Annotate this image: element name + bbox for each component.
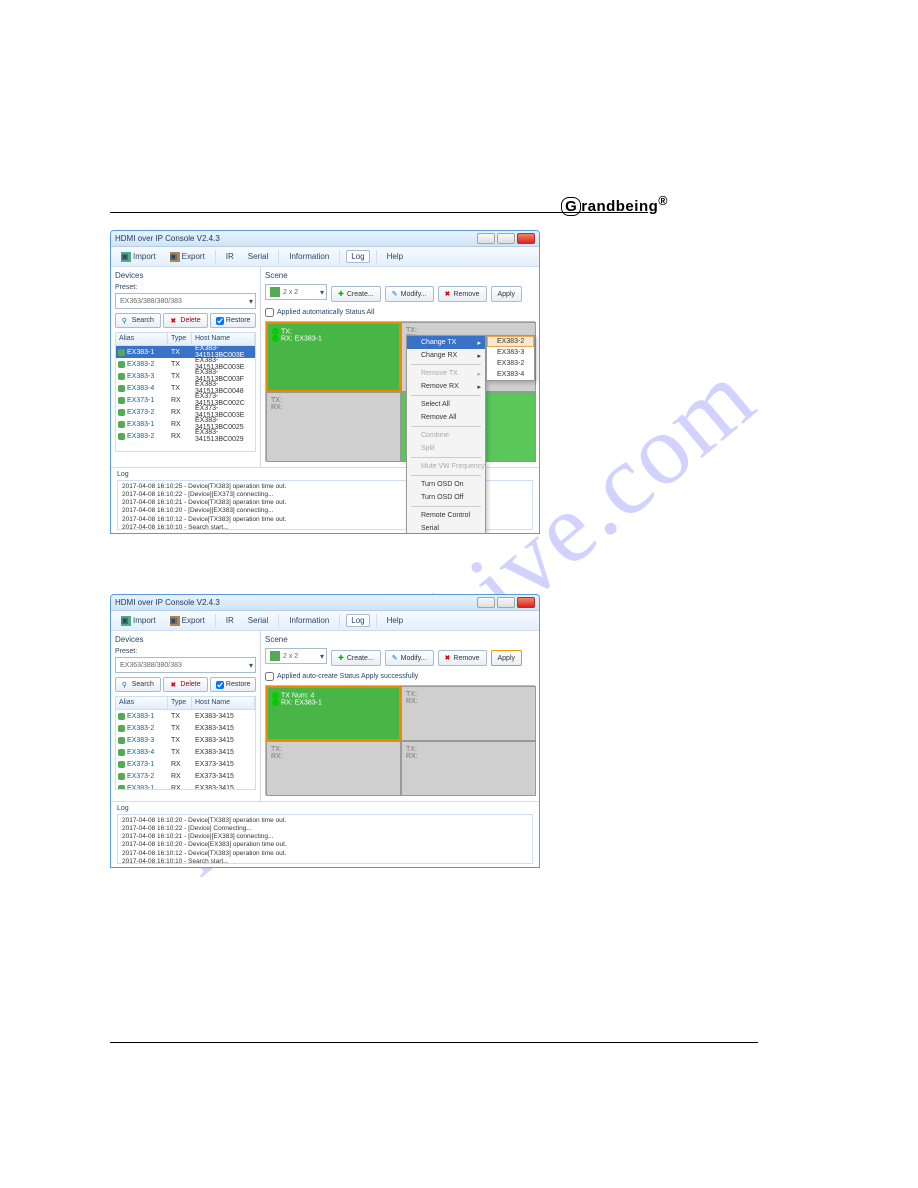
delete-button[interactable]: ✖Delete [163,677,209,692]
log-box[interactable]: 2017-04-08 16:10:20 - Device[TX383] oper… [117,814,533,864]
app-window-1: HDMI over IP Console V2.4.3 ▣Import ▣Exp… [110,230,540,534]
divider-top [110,212,648,213]
cell-1[interactable]: TX Num: 4 RX: EX383-1 [266,686,401,741]
devices-pane: Devices Preset: EX363/388/380/383 ⚲Searc… [111,267,261,467]
scene-label: Scene [265,635,535,644]
remove-button[interactable]: ✖Remove [438,650,487,666]
title-bar: HDMI over IP Console V2.4.3 [111,231,539,247]
maximize-button[interactable] [497,233,515,244]
scene-pane: Scene 2 x 2 ✚Create... ✎Modify... ✖Remov… [261,631,539,801]
device-list-header: AliasTypeHost Name [115,332,256,346]
window-title: HDMI over IP Console V2.4.3 [115,234,477,243]
remove-button[interactable]: ✖Remove [438,286,487,302]
menu-select-all[interactable]: Select All [407,398,485,411]
submenu-tx[interactable]: EX383-2 EX383-3 EX383-2 EX383-4 [486,335,535,381]
export-button[interactable]: ▣Export [166,251,209,263]
preset-label: Preset: [115,648,256,655]
menu-osd-on[interactable]: Turn OSD On [407,478,485,491]
menu-osd-off[interactable]: Turn OSD Off [407,491,485,504]
info-button[interactable]: Information [285,615,333,626]
modify-button[interactable]: ✎Modify... [385,286,434,302]
divider-bottom [110,1042,758,1043]
menu-change-tx[interactable]: Change TX▸ [407,336,485,349]
cell-3[interactable]: TX:RX: [266,741,401,796]
apply-button[interactable]: Apply [491,286,523,302]
modify-button[interactable]: ✎Modify... [385,650,434,666]
info-button[interactable]: Information [285,251,333,262]
export-button[interactable]: ▣Export [166,615,209,627]
help-button[interactable]: Help [383,251,407,262]
menu-serial[interactable]: Serial [407,522,485,534]
menu-combine: Combine [407,429,485,442]
window-title: HDMI over IP Console V2.4.3 [115,598,477,607]
menu-remote[interactable]: Remote Control [407,509,485,522]
toolbar: ▣Import ▣Export IR Serial Information Lo… [111,611,539,631]
log-button[interactable]: Log [346,614,369,627]
scene-pane: Scene 2 x 2 ✚Create... ✎Modify... ✖Remov… [261,267,539,467]
cell-3[interactable]: TX:RX: [266,392,401,462]
import-button[interactable]: ▣Import [117,615,160,627]
menu-split: Split [407,442,485,455]
close-button[interactable] [517,233,535,244]
search-button[interactable]: ⚲Search [115,313,161,328]
cell-4[interactable]: TX:RX: [401,741,536,796]
preset-combo[interactable]: EX363/388/380/383 [115,293,256,309]
devices-pane: Devices Preset: EX363/388/380/383 ⚲Searc… [111,631,261,801]
minimize-button[interactable] [477,597,495,608]
menu-change-rx[interactable]: Change RX▸ [407,349,485,362]
delete-button[interactable]: ✖Delete [163,313,209,328]
apply-button[interactable]: Apply [491,650,523,666]
restore-button[interactable]: Restore [210,677,256,692]
device-list-header: AliasTypeHost Name [115,696,256,710]
context-menu[interactable]: Change TX▸ Change RX▸ Remove TX▸ Remove … [406,335,486,534]
search-button[interactable]: ⚲Search [115,677,161,692]
layout-combo[interactable]: 2 x 2 [265,284,327,300]
preset-label: Preset: [115,284,256,291]
cell-1[interactable]: TX: RX: EX383-1 [266,322,401,392]
serial-button[interactable]: Serial [244,251,272,262]
devices-label: Devices [115,271,256,280]
scene-grid[interactable]: TX Num: 4 RX: EX383-1 TX:RX: TX:RX: TX:R… [265,685,535,795]
devices-label: Devices [115,635,256,644]
device-list[interactable]: EX383-1TXEX383-341513BC003E EX383-2TXEX3… [115,346,256,452]
help-button[interactable]: Help [383,615,407,626]
ir-button[interactable]: IR [222,615,238,626]
submenu-item[interactable]: EX383-4 [487,369,534,380]
submenu-item[interactable]: EX383-2 [487,336,534,347]
auto-apply-check[interactable]: Applied automatically Status All [265,308,535,317]
log-pane: Log 2017-04-08 16:10:20 - Device[TX383] … [111,801,539,867]
preset-combo[interactable]: EX363/388/380/383 [115,657,256,673]
auto-apply-check[interactable]: Applied auto-create Status Apply success… [265,672,535,681]
log-button[interactable]: Log [346,250,369,263]
device-list[interactable]: EX383-1TXEX383-3415 EX383-2TXEX383-3415 … [115,710,256,790]
import-button[interactable]: ▣Import [117,251,160,263]
maximize-button[interactable] [497,597,515,608]
close-button[interactable] [517,597,535,608]
layout-combo[interactable]: 2 x 2 [265,648,327,664]
menu-remove-rx[interactable]: Remove RX▸ [407,380,485,393]
menu-remove-tx: Remove TX▸ [407,367,485,380]
menu-remove-all[interactable]: Remove All [407,411,485,424]
submenu-item[interactable]: EX383-2 [487,358,534,369]
menu-mute-vw: Mute VW Frequency [407,460,485,473]
app-window-2: HDMI over IP Console V2.4.3 ▣Import ▣Exp… [110,594,540,868]
toolbar: ▣Import ▣Export IR Serial Information Lo… [111,247,539,267]
serial-button[interactable]: Serial [244,615,272,626]
log-label: Log [117,805,533,812]
create-button[interactable]: ✚Create... [331,286,381,302]
submenu-item[interactable]: EX383-3 [487,347,534,358]
ir-button[interactable]: IR [222,251,238,262]
cell-2[interactable]: TX:RX: [401,686,536,741]
restore-button[interactable]: Restore [210,313,256,328]
create-button[interactable]: ✚Create... [331,650,381,666]
scene-label: Scene [265,271,535,280]
minimize-button[interactable] [477,233,495,244]
title-bar: HDMI over IP Console V2.4.3 [111,595,539,611]
